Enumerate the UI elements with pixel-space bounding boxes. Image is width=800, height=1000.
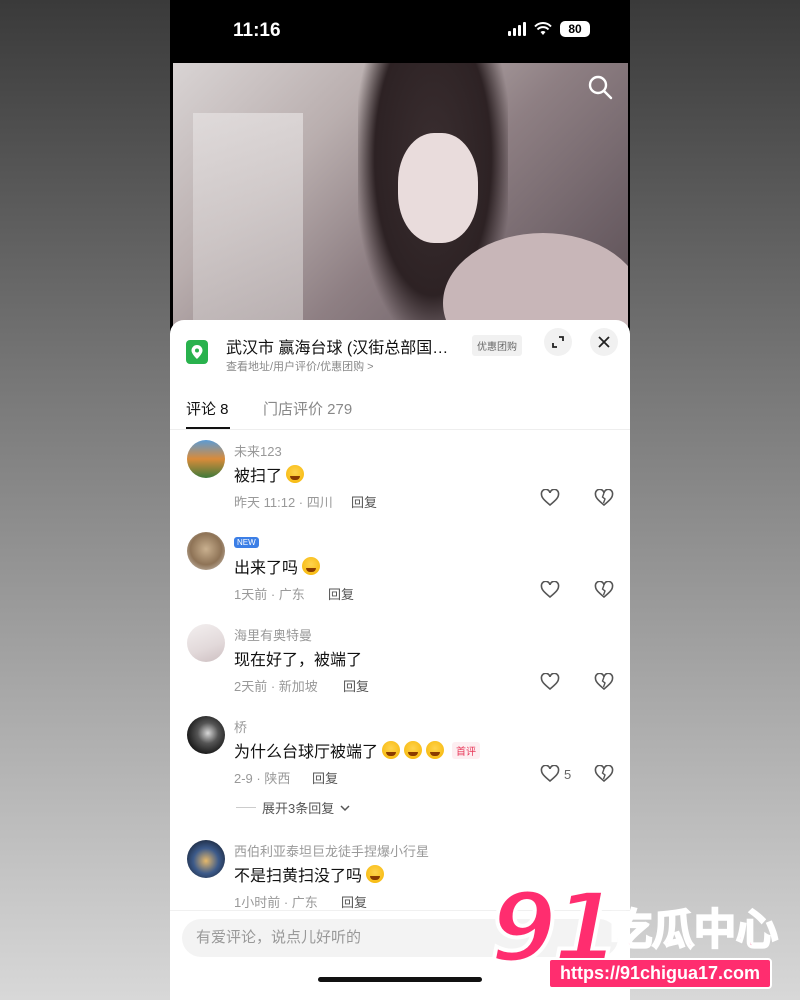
expand-replies-button[interactable]: 展开3条回复 bbox=[236, 798, 350, 817]
location-header[interactable]: 武汉市 赢海台球 (汉街总部国… 查看地址/用户评价/优惠团购 > 优惠团购 bbox=[170, 320, 630, 382]
comment-text: 出来了吗 bbox=[234, 554, 321, 578]
avatar[interactable] bbox=[187, 840, 225, 878]
search-icon[interactable] bbox=[586, 73, 614, 101]
broken-heart-icon[interactable] bbox=[594, 673, 614, 691]
comment-meta: 2-9 · 陕西 bbox=[234, 771, 291, 786]
crying-emoji-icon bbox=[382, 741, 401, 759]
chevron-down-icon bbox=[340, 804, 350, 811]
comment-text-content: 出来了吗 bbox=[234, 560, 299, 577]
location-subtitle[interactable]: 查看地址/用户评价/优惠团购 > bbox=[226, 358, 374, 374]
expand-button[interactable] bbox=[544, 328, 572, 356]
avatar[interactable] bbox=[187, 624, 225, 662]
reply-button[interactable]: 回复 bbox=[312, 768, 338, 787]
background-right bbox=[630, 0, 800, 1000]
laugh-cry-emoji-icon bbox=[366, 865, 385, 883]
comment-text-content: 被扫了 bbox=[234, 468, 283, 485]
heart-icon bbox=[540, 765, 560, 783]
tab-store-reviews[interactable]: 门店评价 279 bbox=[263, 398, 352, 419]
status-icons: 80 bbox=[508, 21, 590, 37]
status-time: 11:16 bbox=[233, 20, 281, 41]
comment-username[interactable]: 海里有奥特曼 bbox=[234, 625, 312, 644]
close-button[interactable] bbox=[590, 328, 618, 356]
new-badge: NEW bbox=[234, 537, 259, 548]
video-player[interactable] bbox=[173, 63, 628, 335]
wifi-icon bbox=[534, 22, 552, 35]
comment-text: 不是扫黄扫没了吗 bbox=[234, 862, 385, 886]
like-button[interactable] bbox=[540, 673, 564, 691]
watermark-name: 吃瓜中心 bbox=[609, 904, 779, 955]
avatar[interactable] bbox=[187, 532, 225, 570]
home-indicator bbox=[318, 977, 482, 982]
comment-item: 未来123 被扫了 昨天 11:12 · 四川 回复 bbox=[170, 440, 630, 532]
comment-item: 海里有奥特曼 现在好了，被端了 2天前 · 新加坡 回复 bbox=[170, 624, 630, 716]
broken-heart-icon[interactable] bbox=[594, 581, 614, 599]
location-title[interactable]: 武汉市 赢海台球 (汉街总部国… bbox=[226, 334, 466, 358]
location-pin-icon bbox=[186, 340, 208, 364]
crying-emoji-icon bbox=[426, 741, 445, 759]
status-bar: 11:16 80 bbox=[170, 0, 630, 62]
like-button[interactable] bbox=[540, 581, 564, 599]
avatar[interactable] bbox=[187, 440, 225, 478]
background-left bbox=[0, 0, 170, 1000]
reply-button[interactable]: 回复 bbox=[341, 892, 367, 911]
reply-button[interactable]: 回复 bbox=[343, 676, 369, 695]
like-button[interactable]: 5 bbox=[540, 765, 571, 783]
close-icon bbox=[598, 336, 610, 348]
avatar[interactable] bbox=[187, 716, 225, 754]
first-review-tag: 首评 bbox=[452, 741, 481, 759]
comment-username[interactable]: 桥 bbox=[234, 717, 247, 736]
laugh-cry-emoji-icon bbox=[302, 557, 321, 575]
watermark-logo: 91 吃瓜中心 https://91chigua17.com bbox=[488, 870, 790, 990]
comment-text-content: 为什么台球厅被端了 bbox=[234, 744, 379, 761]
comment-item: NEW 出来了吗 1天前 · 广东 回复 bbox=[170, 532, 630, 624]
comment-username[interactable]: NEW bbox=[234, 533, 259, 548]
watermark-url: https://91chigua17.com bbox=[548, 958, 773, 989]
tab-comments[interactable]: 评论 8 bbox=[186, 398, 229, 419]
comment-text: 被扫了 bbox=[234, 462, 305, 486]
laugh-cry-emoji-icon bbox=[286, 465, 305, 483]
heart-icon bbox=[540, 673, 560, 691]
signal-icon bbox=[508, 22, 526, 36]
comment-meta: 1小时前 · 广东 bbox=[234, 895, 318, 910]
like-count: 5 bbox=[564, 766, 572, 782]
comment-meta: 昨天 11:12 · 四川 bbox=[234, 495, 333, 510]
crying-emoji-icon bbox=[404, 741, 423, 759]
tab-active-underline bbox=[186, 427, 230, 429]
comment-username[interactable]: 未来123 bbox=[234, 441, 282, 460]
comment-text-content: 现在好了，被端了 bbox=[234, 652, 363, 669]
comment-meta: 2天前 · 新加坡 bbox=[234, 679, 318, 694]
broken-heart-icon[interactable] bbox=[594, 489, 614, 507]
comment-tabs: 评论 8 门店评价 279 bbox=[170, 390, 630, 430]
expand-icon bbox=[552, 336, 564, 348]
reply-button[interactable]: 回复 bbox=[351, 492, 377, 511]
expand-divider bbox=[236, 807, 256, 808]
battery-indicator: 80 bbox=[560, 21, 590, 37]
heart-icon bbox=[540, 581, 560, 599]
video-background-wall bbox=[193, 113, 303, 335]
heart-icon bbox=[540, 489, 560, 507]
comment-username[interactable]: 西伯利亚泰坦巨龙徒手捏爆小行星 bbox=[234, 841, 429, 860]
broken-heart-icon[interactable] bbox=[594, 765, 614, 783]
deal-tag[interactable]: 优惠团购 bbox=[472, 335, 522, 356]
comment-meta: 1天前 · 广东 bbox=[234, 587, 305, 602]
expand-replies-label: 展开3条回复 bbox=[262, 801, 335, 816]
comment-text: 现在好了，被端了 bbox=[234, 646, 362, 670]
comment-text-content: 不是扫黄扫没了吗 bbox=[234, 868, 363, 885]
comment-text: 为什么台球厅被端了 首评 bbox=[234, 738, 481, 762]
comment-item: 桥 为什么台球厅被端了 首评 2-9 · 陕西 回复 5 bbox=[170, 716, 630, 808]
reply-button[interactable]: 回复 bbox=[328, 584, 354, 603]
video-figure-face bbox=[398, 133, 478, 243]
phone-screen: 11:16 80 武汉市 赢海台球 (汉街总部国… 查看地址/用户评价/优惠团购… bbox=[170, 0, 630, 1000]
like-button[interactable] bbox=[540, 489, 564, 507]
